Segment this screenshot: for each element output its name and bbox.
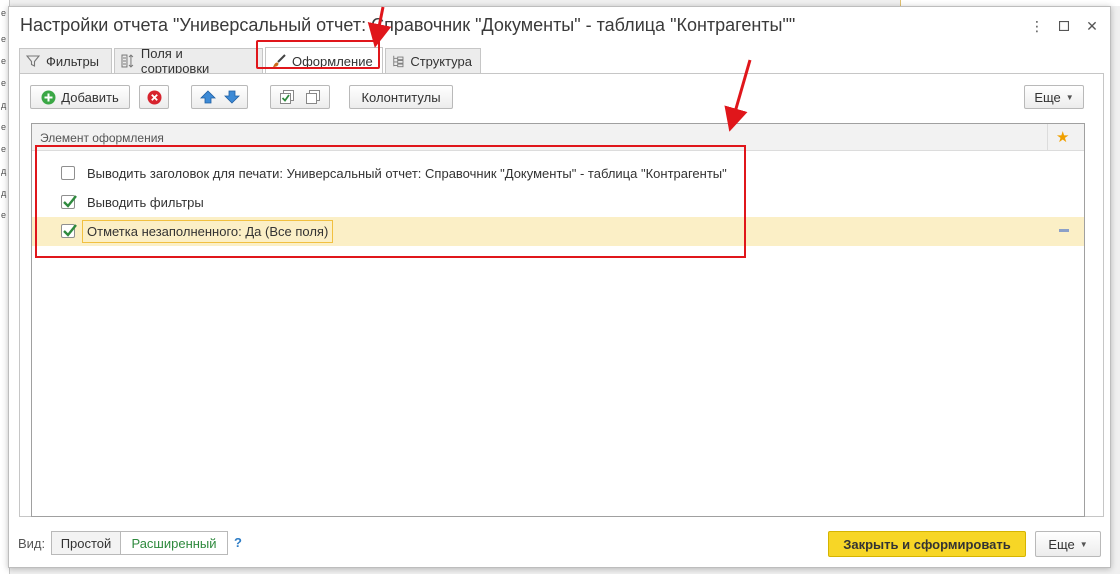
move-down-icon[interactable] bbox=[223, 90, 240, 104]
tab-label: Фильтры bbox=[46, 53, 100, 69]
move-buttons-group bbox=[191, 85, 248, 109]
more-label: Еще bbox=[1034, 89, 1061, 105]
view-simple-button[interactable]: Простой bbox=[51, 531, 121, 555]
check-all-icon[interactable] bbox=[279, 89, 295, 105]
close-and-generate-label: Закрыть и сформировать bbox=[843, 536, 1011, 552]
headers-footers-button[interactable]: Колонтитулы bbox=[349, 85, 453, 109]
tab-label: Структура bbox=[410, 53, 472, 69]
highlight-tab-annotation bbox=[256, 40, 380, 69]
fields-sort-icon bbox=[121, 54, 134, 68]
more-label: Еще bbox=[1048, 536, 1075, 552]
view-extended-label: Расширенный bbox=[131, 535, 217, 551]
tab-label: Поля и сортировки bbox=[140, 46, 210, 76]
structure-icon bbox=[393, 55, 404, 68]
delete-icon bbox=[147, 90, 161, 104]
uncheck-all-icon[interactable] bbox=[305, 89, 321, 105]
help-link[interactable]: ? bbox=[234, 535, 242, 550]
maximize-icon[interactable] bbox=[1054, 16, 1074, 36]
chevron-down-icon: ▼ bbox=[1079, 539, 1088, 549]
tab-filters[interactable]: Фильтры bbox=[19, 48, 112, 73]
more-button-bottom[interactable]: Еще ▼ bbox=[1035, 531, 1101, 557]
header-divider bbox=[1047, 124, 1048, 151]
move-up-icon[interactable] bbox=[199, 90, 216, 104]
tab-structure[interactable]: Структура bbox=[385, 48, 481, 73]
add-button[interactable]: Добавить bbox=[30, 85, 130, 109]
more-button[interactable]: Еще ▼ bbox=[1024, 85, 1084, 109]
more-options-icon[interactable]: ⋮ bbox=[1027, 16, 1047, 36]
tab-fields-sort[interactable]: Поля и сортировки bbox=[114, 46, 263, 76]
chevron-down-icon: ▼ bbox=[1065, 92, 1074, 102]
collapse-icon[interactable] bbox=[1059, 229, 1069, 232]
add-icon bbox=[41, 90, 56, 104]
check-buttons-group bbox=[270, 85, 330, 109]
add-label: Добавить bbox=[61, 89, 119, 105]
tab-bar: Фильтры Поля и сортировки Оформление Стр… bbox=[19, 46, 483, 76]
highlight-list-annotation bbox=[35, 145, 746, 258]
appearance-panel: Добавить Колонтитулы Еще ▼ Элемент оформ… bbox=[19, 73, 1104, 517]
view-label: Вид: bbox=[18, 536, 46, 551]
close-icon[interactable]: ✕ bbox=[1082, 16, 1102, 36]
close-and-generate-button[interactable]: Закрыть и сформировать bbox=[828, 531, 1026, 557]
delete-button[interactable] bbox=[139, 85, 169, 109]
report-settings-dialog: Настройки отчета "Универсальный отчет: С… bbox=[8, 6, 1111, 568]
window-title: Настройки отчета "Универсальный отчет: С… bbox=[20, 15, 796, 35]
bottom-bar: Вид: Простой Расширенный ? Закрыть и сфо… bbox=[9, 529, 1110, 559]
title-bar: Настройки отчета "Универсальный отчет: С… bbox=[9, 7, 1110, 43]
star-icon[interactable]: ★ bbox=[1056, 128, 1069, 146]
view-simple-label: Простой bbox=[60, 535, 112, 551]
headers-footers-label: Колонтитулы bbox=[361, 89, 441, 105]
view-extended-button[interactable]: Расширенный bbox=[120, 531, 228, 555]
filter-icon bbox=[26, 55, 40, 67]
column-header: Элемент оформления bbox=[40, 131, 164, 145]
